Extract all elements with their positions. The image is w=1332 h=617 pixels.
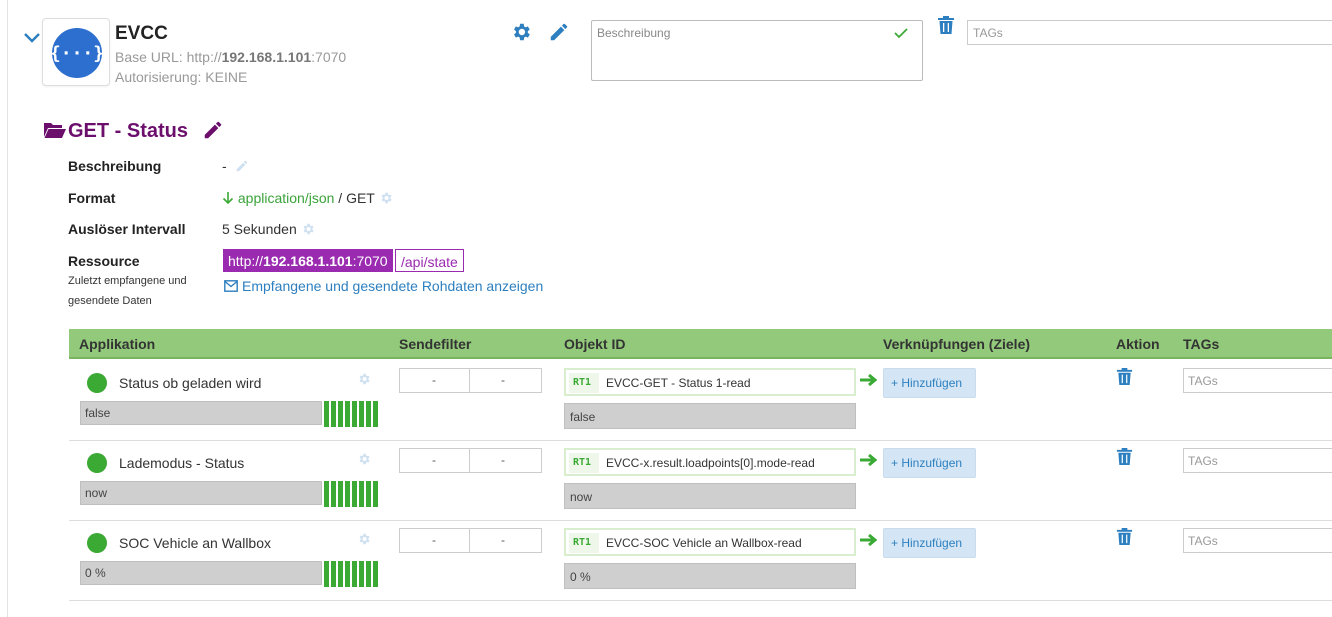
gear-icon[interactable] <box>357 532 371 549</box>
authorization-info: Autorisierung: KEINE <box>115 69 248 85</box>
object-value: now <box>564 483 856 509</box>
intervall-value: 5 Sekunden <box>222 221 315 239</box>
tags-input[interactable]: TAGs <box>1183 528 1332 553</box>
app-name: SOC Vehicle an Wallbox <box>119 535 271 551</box>
send-filter[interactable]: -- <box>399 528 542 553</box>
resource-path[interactable]: /api/state <box>395 249 464 272</box>
object-value: 0 % <box>564 563 856 589</box>
resource-base-url[interactable]: http://192.168.1.101:7070 <box>223 249 393 272</box>
tags-input[interactable]: TAGs <box>1183 368 1332 393</box>
app-name: Lademodus - Status <box>119 455 245 471</box>
beschreibung-value: - <box>222 158 249 176</box>
tags-input[interactable]: TAGs <box>967 20 1332 45</box>
object-id[interactable]: RT1 EVCC-x.result.loadpoints[0].mode-read <box>564 448 856 476</box>
table-row: Status ob geladen wird false -- RT1 EVCC-… <box>69 361 1332 441</box>
signal-bars <box>324 401 378 427</box>
app-value: 0 % <box>80 561 322 585</box>
svg-text:{···}: {···} <box>52 43 102 64</box>
format-mime[interactable]: application/json <box>238 190 335 206</box>
tags-placeholder: TAGs <box>973 26 1003 40</box>
send-filter[interactable]: -- <box>399 368 542 393</box>
col-verknuepfungen: Verknüpfungen (Ziele) <box>883 336 1031 352</box>
col-tags: TAGs <box>1183 336 1220 352</box>
object-id[interactable]: RT1 EVCC-GET - Status 1-read <box>564 368 856 396</box>
status-dot <box>87 533 107 553</box>
rt-badge: RT1 <box>569 373 599 393</box>
arrow-right-icon <box>859 453 879 470</box>
object-value: false <box>564 403 856 429</box>
base-url: Base URL: http://192.168.1.101:7070 <box>115 49 347 65</box>
description-textarea[interactable]: Beschreibung <box>591 20 923 81</box>
folder-open-icon <box>44 121 66 142</box>
tags-input[interactable]: TAGs <box>1183 448 1332 473</box>
trash-icon[interactable] <box>937 15 955 38</box>
signal-bars <box>324 561 378 587</box>
app-logo: {···} <box>42 18 110 86</box>
raw-data-link[interactable]: Empfangene und gesendete Rohdaten anzeig… <box>224 278 543 295</box>
gear-icon[interactable] <box>379 191 393 208</box>
section-title: GET - Status <box>68 120 189 142</box>
check-icon[interactable] <box>894 26 908 43</box>
left-border <box>7 0 8 617</box>
add-link-button[interactable]: + Hinzufügen <box>883 448 976 478</box>
rt-badge: RT1 <box>569 533 599 553</box>
format-label: Format <box>68 190 116 206</box>
signal-bars <box>324 481 378 507</box>
col-objekt-id: Objekt ID <box>564 336 626 352</box>
gear-icon[interactable] <box>357 372 371 389</box>
api-logo-icon: {···} <box>50 28 104 78</box>
ressource-sub2: gesendete Daten <box>68 295 152 307</box>
col-aktion: Aktion <box>1116 336 1160 352</box>
send-filter[interactable]: -- <box>399 448 542 473</box>
chevron-down-icon[interactable] <box>22 27 42 47</box>
col-applikation: Applikation <box>79 336 156 352</box>
app-value: false <box>80 401 322 425</box>
app-name: Status ob geladen wird <box>119 375 262 391</box>
status-dot <box>87 373 107 393</box>
pencil-icon[interactable] <box>548 21 570 46</box>
trash-icon[interactable] <box>1116 527 1133 549</box>
envelope-icon <box>224 279 238 295</box>
status-dot <box>87 453 107 473</box>
app-value: now <box>80 481 322 505</box>
gear-icon[interactable] <box>357 452 371 469</box>
connection-title: EVCC <box>115 23 168 44</box>
trash-icon[interactable] <box>1116 447 1133 469</box>
pencil-icon[interactable] <box>202 119 224 144</box>
object-id[interactable]: RT1 EVCC-SOC Vehicle an Wallbox-read <box>564 528 856 556</box>
col-sendefilter: Sendefilter <box>399 336 472 352</box>
ressource-label: Ressource <box>68 253 140 269</box>
gear-icon[interactable] <box>301 222 315 239</box>
arrow-down-icon <box>222 191 234 208</box>
table-row: Lademodus - Status now -- RT1 EVCC-x.resu… <box>69 441 1332 521</box>
description-placeholder: Beschreibung <box>597 26 671 40</box>
gear-icon[interactable] <box>510 21 532 46</box>
ressource-sub1: Zuletzt empfangene und <box>68 275 187 287</box>
intervall-label: Auslöser Intervall <box>68 221 186 237</box>
add-link-button[interactable]: + Hinzufügen <box>883 368 976 398</box>
arrow-right-icon <box>859 373 879 390</box>
beschreibung-label: Beschreibung <box>68 158 162 174</box>
add-link-button[interactable]: + Hinzufügen <box>883 528 976 558</box>
trash-icon[interactable] <box>1116 367 1133 389</box>
format-value: application/json / GET <box>222 190 393 208</box>
table-header: Applikation Sendefilter Objekt ID Verknü… <box>69 329 1332 359</box>
arrow-right-icon <box>859 533 879 550</box>
rt-badge: RT1 <box>569 453 599 473</box>
pencil-icon[interactable] <box>235 159 249 176</box>
table-row: SOC Vehicle an Wallbox 0 % -- RT1 EVCC-SO… <box>69 521 1332 601</box>
